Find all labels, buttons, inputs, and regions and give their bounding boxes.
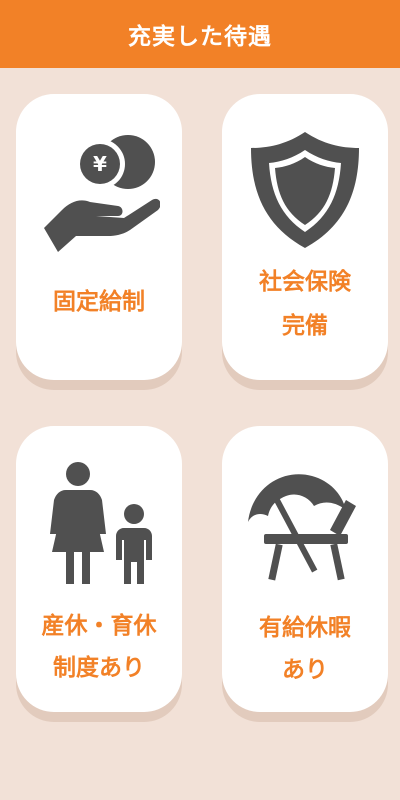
mother-and-child-icon [46, 460, 156, 590]
benefit-label-line-2: 制度あり [53, 655, 145, 681]
beach-parasol-chair-icon [242, 466, 368, 586]
svg-text:¥: ¥ [93, 152, 107, 176]
header-bar: 充実した待遇 [0, 0, 400, 68]
benefit-label-line-1: 固定給制 [53, 289, 145, 315]
benefit-label-line-1: 産休・育休 [41, 613, 157, 639]
benefit-card-parental-leave: 産休・育休 制度あり [16, 426, 182, 712]
benefit-card-social-insurance: 社会保険 完備 [222, 94, 388, 380]
benefit-card-paid-leave: 有給休暇 あり [222, 426, 388, 712]
hand-with-yen-coin-icon: ¥ [40, 124, 160, 254]
benefit-label-line-1: 有給休暇 [259, 615, 351, 641]
benefit-label-line-2: あり [282, 657, 328, 683]
benefit-label-line-2: 完備 [282, 313, 328, 339]
benefit-label-line-1: 社会保険 [259, 269, 351, 295]
page-title: 充実した待遇 [128, 24, 272, 50]
benefit-card-fixed-salary: ¥ 固定給制 [16, 94, 182, 380]
shield-icon [249, 130, 361, 250]
